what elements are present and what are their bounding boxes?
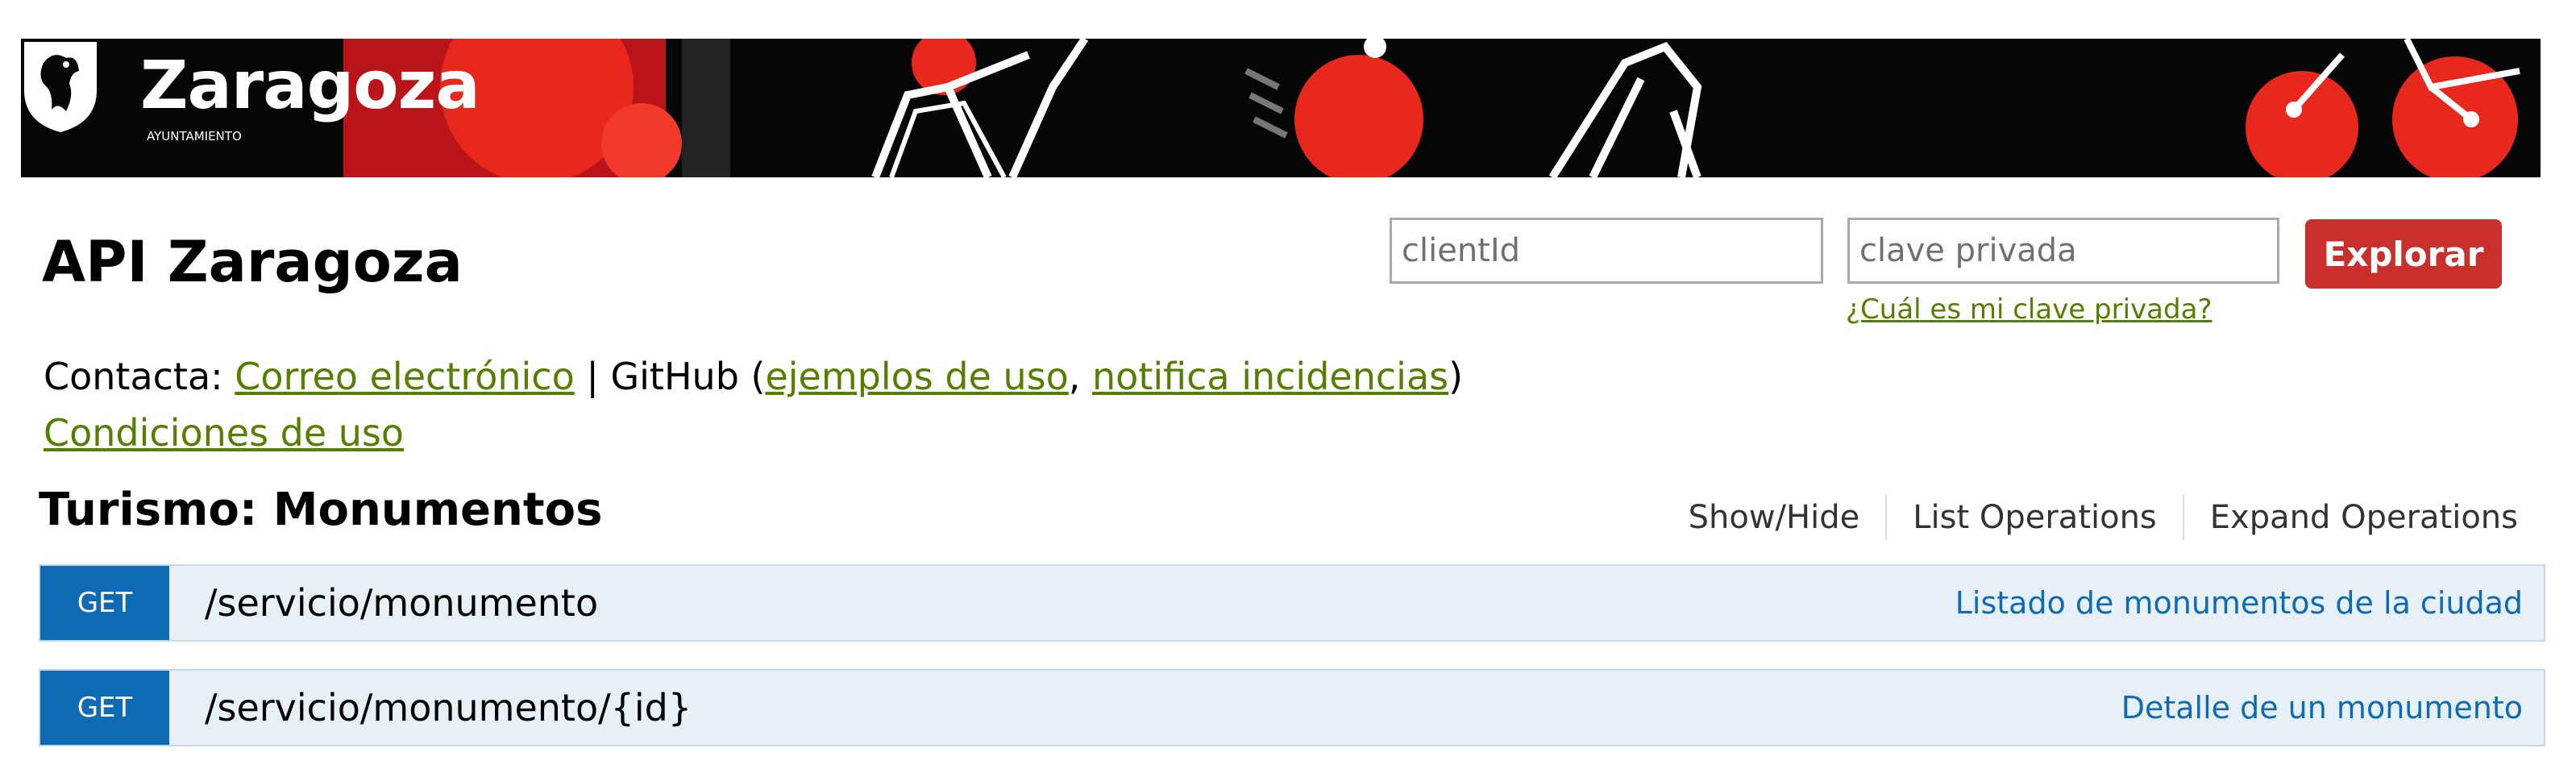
client-id-input[interactable] bbox=[1390, 218, 1823, 284]
terms-of-use-link[interactable]: Condiciones de uso bbox=[44, 411, 404, 455]
private-key-input[interactable] bbox=[1847, 218, 2279, 284]
email-link[interactable]: Correo electrónico bbox=[235, 355, 574, 398]
comma-separator: , bbox=[1068, 355, 1093, 398]
contact-prefix: Contacta: bbox=[44, 355, 235, 398]
show-hide-link[interactable]: Show/Hide bbox=[1663, 499, 1886, 536]
contact-line: Contacta: Correo electrónico | GitHub (e… bbox=[44, 355, 1463, 398]
expand-operations-link[interactable]: Expand Operations bbox=[2184, 499, 2518, 536]
http-method-badge[interactable]: GET bbox=[40, 671, 169, 745]
terms-line: Condiciones de uso bbox=[44, 411, 404, 455]
endpoint-path[interactable]: /servicio/monumento/{id} bbox=[205, 671, 692, 745]
header-banner: Zaragoza AYUNTAMIENTO bbox=[21, 39, 2541, 177]
logo-text: Zaragoza bbox=[140, 48, 480, 124]
endpoint-description[interactable]: Detalle de un monumento bbox=[2121, 671, 2523, 745]
section-title: Turismo: Monumentos bbox=[39, 484, 603, 536]
http-method-badge[interactable]: GET bbox=[40, 566, 169, 640]
closing-paren: ) bbox=[1448, 355, 1464, 398]
coat-of-arms-icon bbox=[24, 42, 97, 132]
endpoint-description[interactable]: Listado de monumentos de la ciudad bbox=[1955, 566, 2523, 640]
list-operations-link[interactable]: List Operations bbox=[1887, 499, 2183, 536]
report-issues-link[interactable]: notifica incidencias bbox=[1092, 355, 1448, 398]
endpoint-row[interactable]: GET /servicio/monumento/{id} Detalle de … bbox=[39, 669, 2545, 746]
github-label: | GitHub ( bbox=[574, 355, 766, 398]
zaragoza-logo[interactable]: Zaragoza AYUNTAMIENTO bbox=[21, 39, 480, 177]
endpoint-path[interactable]: /servicio/monumento bbox=[205, 566, 598, 640]
private-key-help-link[interactable]: ¿Cuál es mi clave privada? bbox=[1846, 293, 2212, 326]
page-title: API Zaragoza bbox=[42, 229, 463, 295]
logo-subtext: AYUNTAMIENTO bbox=[147, 129, 242, 143]
endpoint-row[interactable]: GET /servicio/monumento Listado de monum… bbox=[39, 564, 2545, 642]
usage-examples-link[interactable]: ejemplos de uso bbox=[765, 355, 1068, 398]
explore-button[interactable]: Explorar bbox=[2305, 219, 2502, 289]
section-operations: Show/Hide List Operations Expand Operati… bbox=[1663, 493, 2518, 542]
